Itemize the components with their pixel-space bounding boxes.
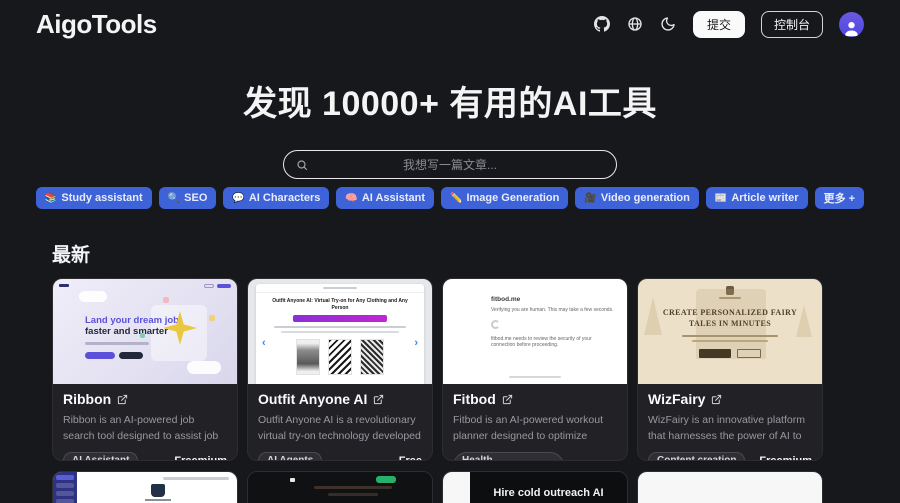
wizfairy-thumbnail: CREATE PERSONALIZED FAIRY TALES IN MINUT… [638,279,822,384]
top-navbar: AigoTools 提交 控制台 [0,0,900,48]
green-cta-button [376,476,396,483]
tag-ai-characters[interactable]: 💬AI Characters [223,187,329,209]
language-globe-icon[interactable] [627,16,644,33]
loading-spinner-icon [491,320,500,329]
tool-card-ribbon[interactable]: Land your dream job faster and smarter R… [52,278,238,461]
search-bar[interactable] [283,150,617,179]
dark-mode-moon-icon[interactable] [660,16,677,33]
tag-video-generation[interactable]: 🎥Video generation [575,187,699,209]
tool-card-partial-2[interactable] [247,471,433,503]
pricing-label: Freemium [759,455,812,462]
tool-title: Outfit Anyone AI [258,391,367,407]
pricing-label: Freemium [564,460,617,461]
tool-description: Fitbod is an AI-powered workout planner … [453,413,617,445]
tag-seo[interactable]: 🔍SEO [159,187,217,209]
tool-card-partial-1[interactable] [52,471,238,503]
tool-title: WizFairy [648,391,705,407]
category-chip[interactable]: Content creation [648,452,745,461]
external-link-icon[interactable] [373,394,384,405]
category-chip[interactable]: Health management [453,452,564,461]
magnifier-icon: 🔍 [168,193,180,204]
search-input[interactable] [284,151,616,178]
latest-section-title: 最新 [52,240,900,267]
blank-thumbnail [638,472,822,503]
external-link-icon[interactable] [711,394,722,405]
tag-ai-assistant[interactable]: 🧠AI Assistant [336,187,434,209]
external-link-icon[interactable] [502,394,513,405]
page-title: 发现 10000+ 有用的AI工具 [0,76,900,125]
outfit-anyone-thumbnail: Outfit Anyone AI: Virtual Try-on for Any… [248,279,432,384]
category-tag-row: 📚Study assistant 🔍SEO 💬AI Characters 🧠AI… [0,187,900,209]
search-icon [296,159,308,171]
fitbod-thumbnail: fitbod.me Verifying you are human. This … [443,279,627,384]
submit-button[interactable]: 提交 [693,11,745,38]
dark-thumbnail [248,472,432,503]
tag-more[interactable]: 更多 + [815,187,864,209]
speech-bubble-icon: 💬 [232,193,244,204]
tool-description: WizFairy is an innovative platform that … [648,413,812,445]
carousel-prev-icon[interactable]: ‹ [262,337,266,349]
pencil-icon: ✏️ [450,193,462,204]
movie-camera-icon: 🎥 [584,193,596,204]
newspaper-icon: 📰 [715,193,727,204]
ribbon-thumbnail: Land your dream job faster and smarter [53,279,237,384]
tool-title: Ribbon [63,391,111,407]
tool-card-fitbod[interactable]: fitbod.me Verifying you are human. This … [442,278,628,461]
header-actions: 提交 控制台 [594,11,864,38]
tag-study-assistant[interactable]: 📚Study assistant [36,187,152,209]
category-chip[interactable]: AI Assistant [63,452,138,461]
cold-outreach-thumbnail: Hire cold outreach AI [443,472,627,503]
github-icon[interactable] [594,16,611,33]
tag-image-generation[interactable]: ✏️Image Generation [441,187,568,209]
carousel-next-icon[interactable]: › [414,337,418,349]
site-logo[interactable]: AigoTools [36,9,157,40]
tool-card-partial-4[interactable] [637,471,823,503]
dashboard-thumbnail [53,472,237,503]
tool-card-outfit-anyone-ai[interactable]: Outfit Anyone AI: Virtual Try-on for Any… [247,278,433,461]
category-chip[interactable]: AI Agents [258,452,322,461]
console-button[interactable]: 控制台 [761,11,823,38]
shield-logo-icon [151,484,165,497]
tool-description: Outfit Anyone AI is a revolutionary virt… [258,413,422,445]
user-avatar[interactable] [839,12,864,37]
tool-card-partial-3[interactable]: Hire cold outreach AI [442,471,628,503]
sparkle-star-icon [163,311,197,345]
tag-article-writer[interactable]: 📰Article writer [706,187,808,209]
pricing-label: Freemium [174,455,227,462]
pricing-label: Free [399,455,422,462]
tool-card-wizfairy[interactable]: CREATE PERSONALIZED FAIRY TALES IN MINUT… [637,278,823,461]
brain-icon: 🧠 [345,193,357,204]
tool-description: Ribbon is an AI-powered job search tool … [63,413,227,445]
external-link-icon[interactable] [117,394,128,405]
books-icon: 📚 [45,193,57,204]
tool-title: Fitbod [453,391,496,407]
tool-card-grid: Land your dream job faster and smarter R… [52,278,823,503]
